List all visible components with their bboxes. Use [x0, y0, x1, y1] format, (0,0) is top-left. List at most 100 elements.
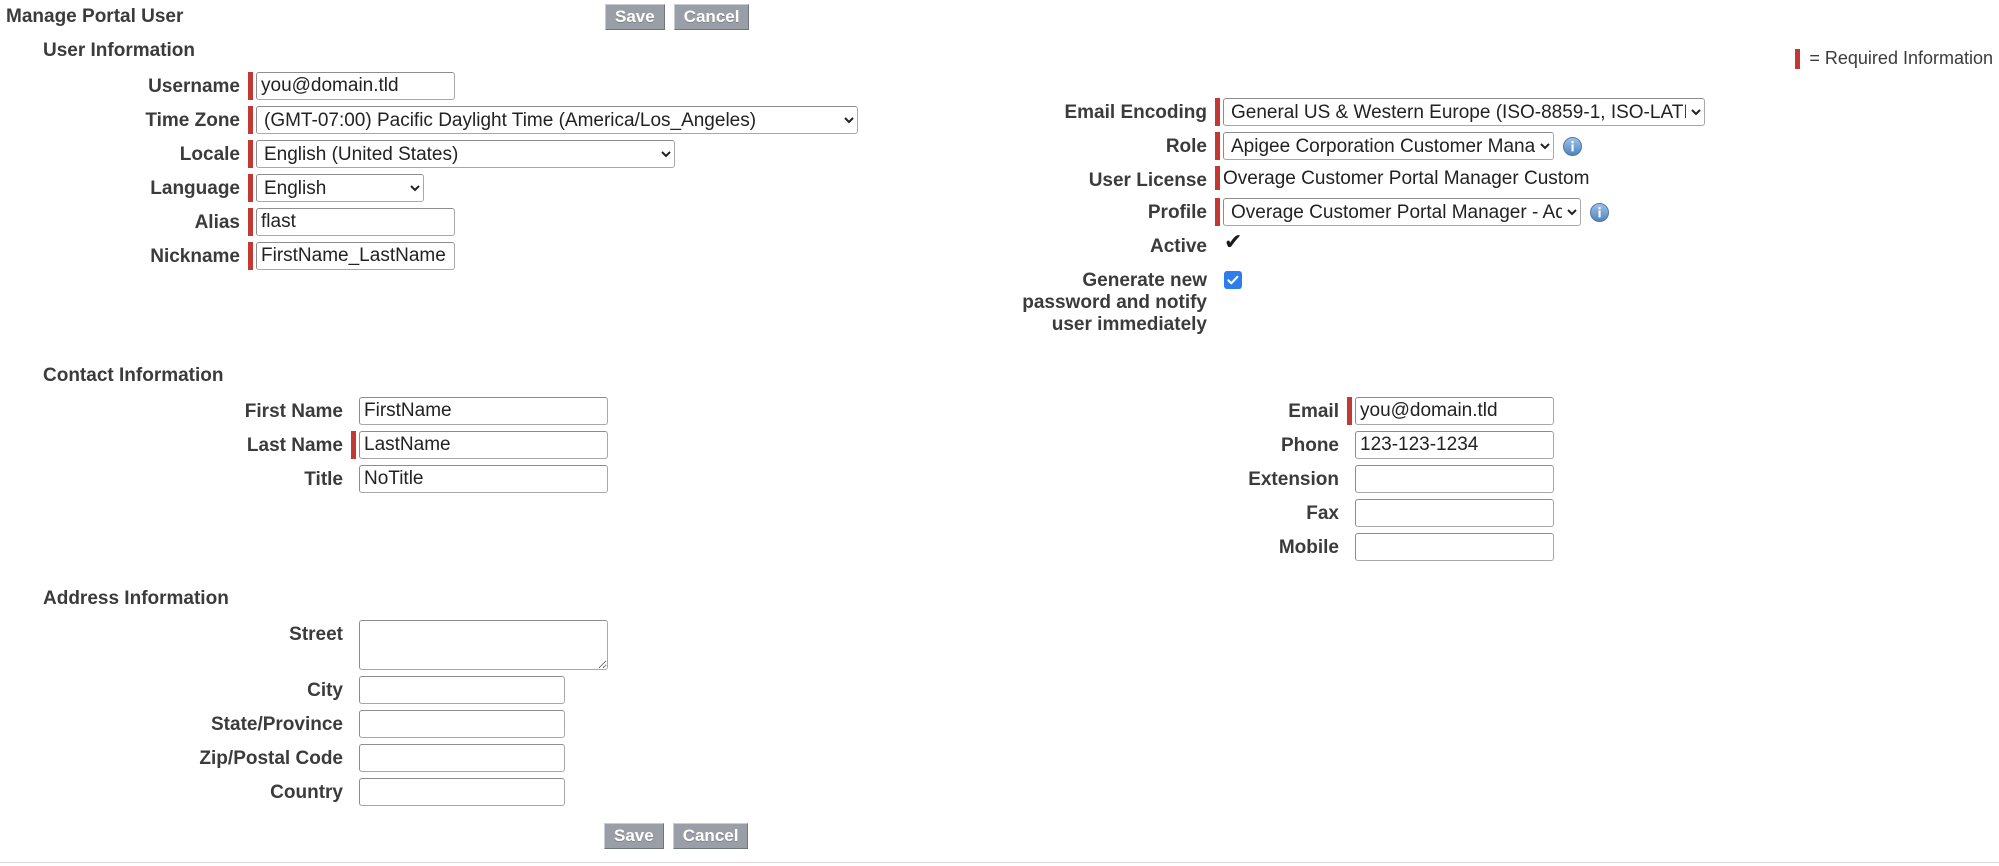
field-row-street: Street — [0, 620, 999, 670]
locale-label: Locale — [179, 144, 240, 165]
contact-information-right-column: Email Phone Extension — [999, 397, 1998, 567]
field-row-first-name: First Name — [0, 397, 999, 425]
role-select[interactable]: Apigee Corporation Customer Manager — [1223, 132, 1554, 160]
email-encoding-select[interactable]: General US & Western Europe (ISO-8859-1,… — [1223, 98, 1705, 126]
section-user-information: User Information Username Time Zone (GMT… — [0, 40, 1999, 342]
zip-postal-code-label: Zip/Postal Code — [199, 748, 343, 769]
title-input[interactable] — [359, 465, 608, 493]
mobile-label: Mobile — [1278, 537, 1339, 558]
field-row-mobile: Mobile — [999, 533, 1998, 561]
phone-label: Phone — [1280, 435, 1339, 456]
save-button-bottom[interactable]: Save — [604, 823, 664, 849]
role-label: Role — [1165, 136, 1207, 157]
locale-select[interactable]: English (United States) — [256, 140, 675, 168]
first-name-input[interactable] — [359, 397, 608, 425]
field-row-zip-postal-code: Zip/Postal Code — [0, 744, 999, 772]
field-row-state-province: State/Province — [0, 710, 999, 738]
user-license-value: Overage Customer Portal Manager Custom — [1223, 168, 1590, 189]
generate-password-checkbox[interactable] — [1224, 271, 1242, 289]
nickname-required-marker-icon — [248, 242, 253, 270]
username-label: Username — [148, 76, 240, 97]
email-encoding-required-marker-icon — [1215, 98, 1220, 126]
active-label: Active — [1149, 236, 1207, 257]
nickname-label: Nickname — [150, 246, 240, 267]
alias-label: Alias — [194, 212, 240, 233]
section-title-contact-information: Contact Information — [43, 365, 224, 386]
extension-spacer — [1347, 465, 1352, 493]
alias-input[interactable] — [256, 208, 455, 236]
field-row-nickname: Nickname — [0, 242, 999, 270]
field-row-active: Active ✔ — [999, 232, 1998, 258]
section-title-address-information: Address Information — [43, 588, 229, 609]
field-row-country: Country — [0, 778, 999, 806]
bottom-divider — [0, 862, 1999, 863]
title-label: Title — [304, 469, 343, 490]
profile-select[interactable]: Overage Customer Portal Manager - Admin — [1223, 198, 1581, 226]
mobile-input[interactable] — [1355, 533, 1554, 561]
user-license-required-marker-icon — [1215, 166, 1220, 190]
phone-spacer — [1347, 431, 1352, 459]
section-address-information: Address Information Street City State/Pr… — [0, 588, 1999, 812]
fax-input[interactable] — [1355, 499, 1554, 527]
profile-info-icon[interactable] — [1590, 203, 1609, 222]
street-spacer — [351, 620, 356, 670]
role-info-icon[interactable] — [1563, 137, 1582, 156]
section-title-user-information: User Information — [43, 40, 196, 61]
user-information-right-column: Email Encoding General US & Western Euro… — [999, 98, 1998, 342]
language-required-marker-icon — [248, 174, 253, 202]
nickname-input[interactable] — [256, 242, 455, 270]
city-spacer — [351, 676, 356, 704]
fax-label: Fax — [1306, 503, 1339, 524]
title-spacer — [351, 465, 356, 493]
field-row-email-encoding: Email Encoding General US & Western Euro… — [999, 98, 1998, 126]
generate-password-label: Generate new password and notify user im… — [1022, 270, 1207, 335]
city-input[interactable] — [359, 676, 565, 704]
email-encoding-label: Email Encoding — [1064, 102, 1207, 123]
user-license-label: User License — [1088, 170, 1207, 191]
last-name-input[interactable] — [359, 431, 608, 459]
field-row-profile: Profile Overage Customer Portal Manager … — [999, 198, 1998, 226]
first-name-label: First Name — [244, 401, 343, 422]
cancel-button-bottom[interactable]: Cancel — [672, 823, 749, 849]
field-row-fax: Fax — [999, 499, 1998, 527]
street-textarea[interactable] — [359, 620, 608, 670]
city-label: City — [307, 680, 343, 701]
page-title: Manage Portal User — [6, 6, 184, 27]
section-contact-information: Contact Information First Name Last Name… — [0, 365, 1999, 567]
active-spacer — [1215, 232, 1220, 256]
zip-postal-code-input[interactable] — [359, 744, 565, 772]
time-zone-select[interactable]: (GMT-07:00) Pacific Daylight Time (Ameri… — [256, 106, 858, 134]
locale-required-marker-icon — [248, 140, 253, 168]
save-button-top[interactable]: Save — [605, 4, 665, 30]
role-required-marker-icon — [1215, 132, 1220, 160]
field-row-locale: Locale English (United States) — [0, 140, 999, 168]
last-name-label: Last Name — [246, 435, 343, 456]
last-name-required-marker-icon — [351, 431, 356, 459]
footer-action-buttons: Save Cancel — [604, 823, 749, 849]
header-action-buttons: Save Cancel — [605, 4, 750, 30]
username-required-marker-icon — [248, 72, 253, 100]
country-input[interactable] — [359, 778, 565, 806]
phone-input[interactable] — [1355, 431, 1554, 459]
field-row-extension: Extension — [999, 465, 1998, 493]
state-province-spacer — [351, 710, 356, 738]
extension-input[interactable] — [1355, 465, 1554, 493]
first-name-spacer — [351, 397, 356, 425]
generate-password-spacer — [1215, 266, 1220, 290]
extension-label: Extension — [1248, 469, 1339, 490]
field-row-language: Language English — [0, 174, 999, 202]
country-label: Country — [270, 782, 343, 803]
zip-postal-code-spacer — [351, 744, 356, 772]
cancel-button-top[interactable]: Cancel — [673, 4, 750, 30]
street-label: Street — [289, 624, 343, 645]
language-label: Language — [150, 178, 240, 199]
email-input[interactable] — [1355, 397, 1554, 425]
profile-required-marker-icon — [1215, 198, 1220, 226]
contact-information-left-column: First Name Last Name Title — [0, 397, 999, 499]
profile-label: Profile — [1147, 202, 1207, 223]
username-input[interactable] — [256, 72, 455, 100]
language-select[interactable]: English — [256, 174, 424, 202]
mobile-spacer — [1347, 533, 1352, 561]
state-province-input[interactable] — [359, 710, 565, 738]
field-row-phone: Phone — [999, 431, 1998, 459]
